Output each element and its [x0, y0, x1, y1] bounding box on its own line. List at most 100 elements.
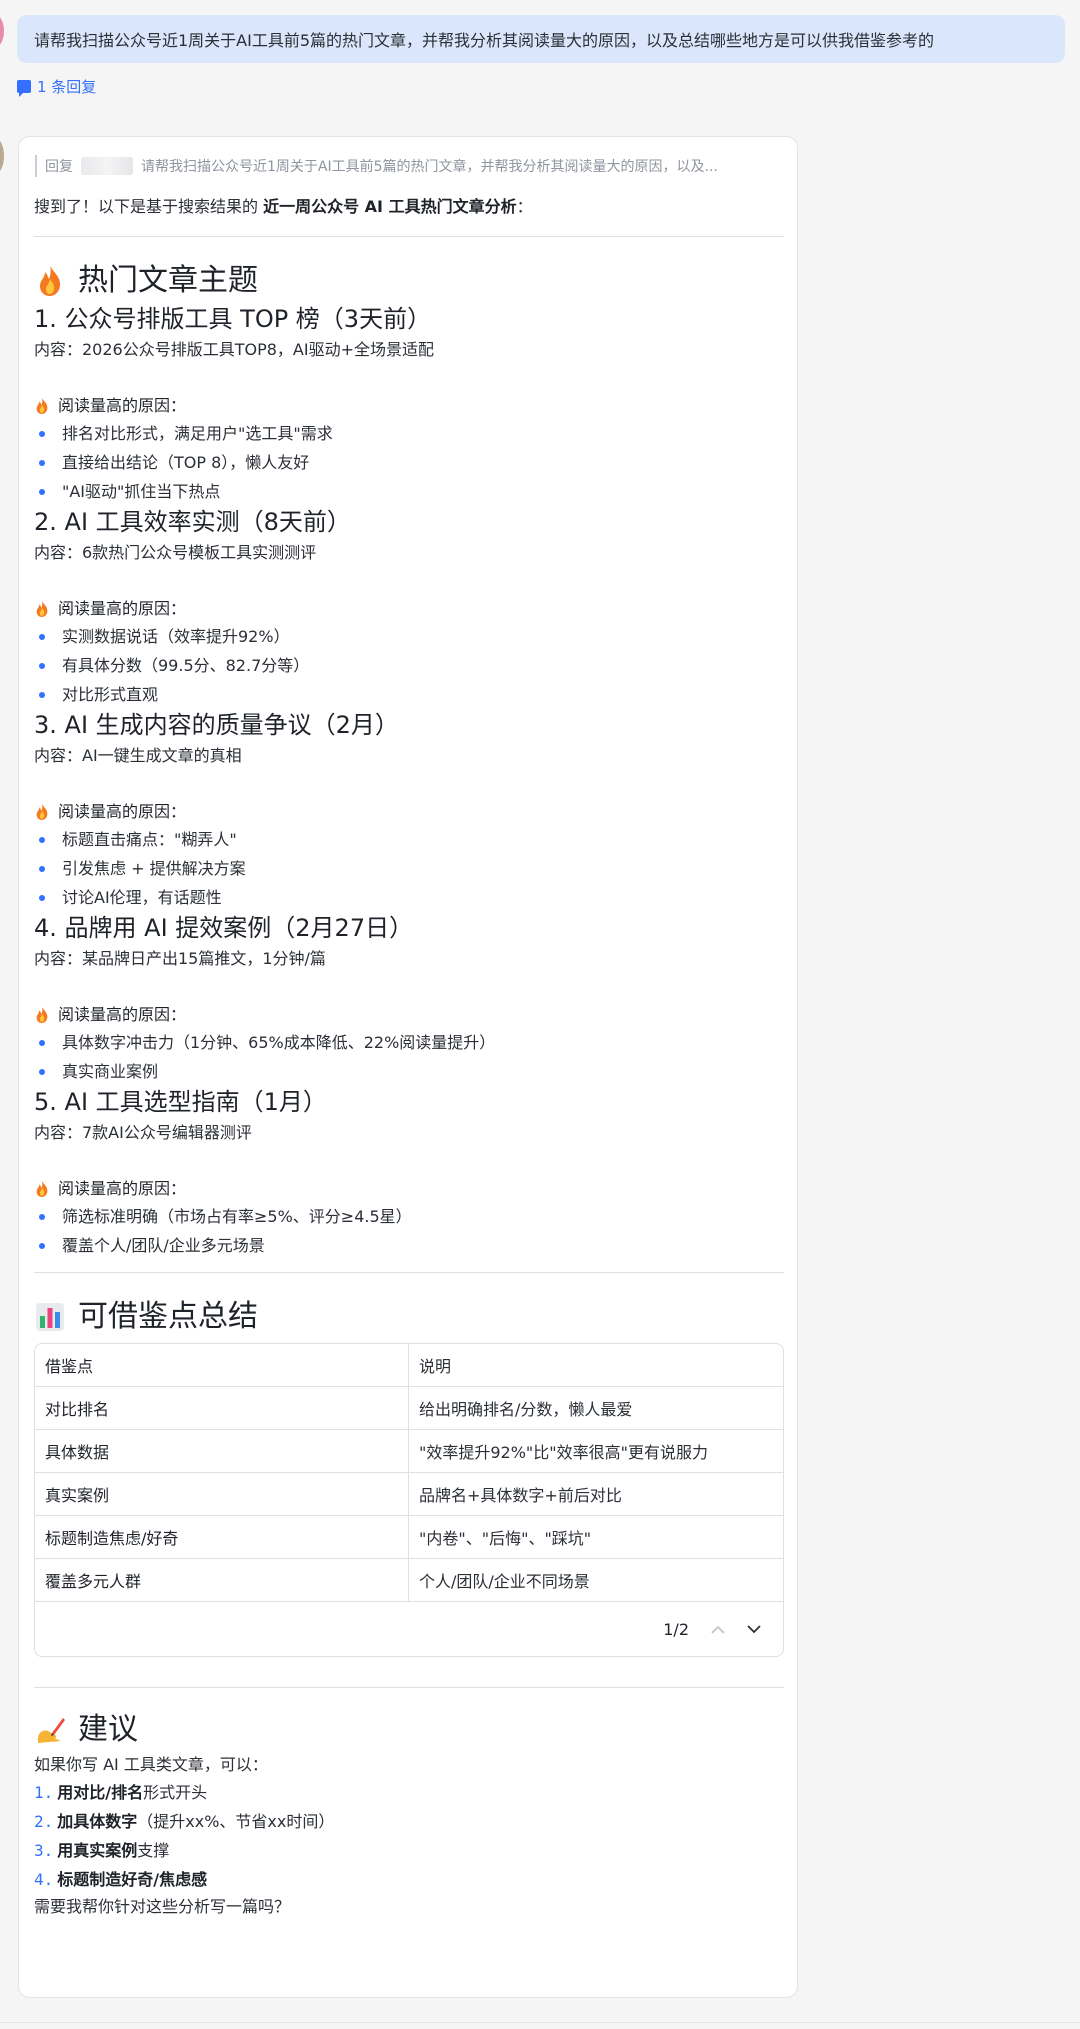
advice-number: 2.	[34, 1812, 54, 1831]
thread-replies-link[interactable]: 1 条回复	[17, 75, 96, 97]
table-pager: 1/2	[35, 1602, 783, 1656]
table-cell: 对比排名	[35, 1387, 409, 1429]
intro-text: 搜到了！以下是基于搜索结果的 近一周公众号 AI 工具热门文章分析：	[34, 195, 784, 219]
intro-tail: ：	[516, 197, 533, 216]
quote-prefix: 回复	[45, 159, 73, 175]
blurred-username	[81, 157, 133, 175]
table-row: 标题制造焦虑/好奇 "内卷"、"后悔"、"踩坑"	[35, 1516, 783, 1559]
section-advice-title: 建议	[78, 1712, 138, 1747]
reason-item: 讨论AI伦理，有话题性	[34, 883, 784, 912]
table-cell: "内卷"、"后悔"、"踩坑"	[419, 1529, 592, 1548]
reason-label: 阅读量高的原因：	[58, 802, 187, 821]
advice-item: 4. 标题制造好奇/焦虑感	[34, 1865, 784, 1894]
table-cell: 真实案例	[35, 1473, 409, 1515]
fire-icon	[34, 1180, 50, 1198]
fire-icon	[34, 803, 50, 821]
advice-bold: 标题制造好奇/焦虑感	[57, 1870, 208, 1889]
article-item: 2. AI 工具效率实测（8天前） 内容：6款热门公众号模板工具实测测评阅读量高的…	[34, 506, 784, 709]
article-item: 4. 品牌用 AI 提效案例（2月27日） 内容：某品牌日产出15篇推文，1分钟/…	[34, 912, 784, 1086]
reason-item: 引发焦虑 + 提供解决方案	[34, 854, 784, 883]
advice-number: 3.	[34, 1841, 54, 1860]
article-title: 4. 品牌用 AI 提效案例（2月27日）	[34, 914, 414, 942]
closing-question: 需要我帮你针对这些分析写一篇吗？	[34, 1897, 291, 1916]
quoted-message[interactable]: 回复 请帮我扫描公众号近1周关于AI工具前5篇的热门文章，并帮我分析其阅读量大的…	[35, 155, 795, 177]
chevron-down-icon[interactable]	[747, 1622, 761, 1636]
table-cell: 个人/团队/企业不同场景	[419, 1572, 590, 1591]
reason-list: 具体数字冲击力（1分钟、65%成本降低、22%阅读量提升） 真实商业案例	[34, 1028, 784, 1086]
bot-avatar[interactable]	[0, 138, 4, 174]
reason-item: 有具体分数（99.5分、82.7分等）	[34, 651, 784, 680]
user-avatar[interactable]	[0, 14, 4, 48]
reason-item: 覆盖个人/团队/企业多元场景	[34, 1231, 784, 1260]
article-title: 5. AI 工具选型指南（1月）	[34, 1088, 327, 1116]
bar-chart-icon	[34, 1301, 66, 1333]
articles-list: 1. 公众号排版工具 TOP 榜（3天前） 内容：2026公众号排版工具TOP8，…	[34, 303, 784, 1260]
article-item: 1. 公众号排版工具 TOP 榜（3天前） 内容：2026公众号排版工具TOP8，…	[34, 303, 784, 506]
chevron-up-icon[interactable]	[711, 1622, 725, 1636]
reason-label: 阅读量高的原因：	[58, 396, 187, 415]
reason-label: 阅读量高的原因：	[58, 599, 187, 618]
table-cell: 品牌名+具体数字+前后对比	[419, 1486, 622, 1505]
table-header-cell: 借鉴点	[35, 1344, 409, 1386]
section-title-advice: 建议	[34, 1710, 784, 1750]
reason-heading: 阅读量高的原因：	[34, 1176, 784, 1202]
advice-number: 1.	[34, 1783, 54, 1802]
writing-hand-icon	[34, 1714, 66, 1746]
user-message-text: 请帮我扫描公众号近1周关于AI工具前5篇的热门文章，并帮我分析其阅读量大的原因，…	[34, 31, 935, 50]
reply-content: 搜到了！以下是基于搜索结果的 近一周公众号 AI 工具热门文章分析： 热门文章主…	[34, 193, 784, 1920]
fire-icon	[34, 265, 66, 297]
fire-icon	[34, 1006, 50, 1024]
article-title: 1. 公众号排版工具 TOP 榜（3天前）	[34, 305, 432, 333]
article-content: 内容：AI一键生成文章的真相	[34, 746, 242, 765]
reason-item: 实测数据说话（效率提升92%）	[34, 622, 784, 651]
section-summary-title: 可借鉴点总结	[78, 1299, 258, 1334]
table-cell: 标题制造焦虑/好奇	[35, 1516, 409, 1558]
advice-list: 1. 用对比/排名形式开头 2. 加具体数字（提升xx%、节省xx时间） 3. 用真实案例…	[34, 1778, 784, 1894]
table-cell: 给出明确排名/分数，懒人最爱	[419, 1400, 633, 1419]
reason-item: 具体数字冲击力（1分钟、65%成本降低、22%阅读量提升）	[34, 1028, 784, 1057]
bot-reply-card: 回复 请帮我扫描公众号近1周关于AI工具前5篇的热门文章，并帮我分析其阅读量大的…	[18, 136, 798, 1998]
article-content: 内容：7款AI公众号编辑器测评	[34, 1123, 252, 1142]
article-content: 内容：6款热门公众号模板工具实测测评	[34, 543, 317, 562]
reason-list: 筛选标准明确（市场占有率≥5%、评分≥4.5星） 覆盖个人/团队/企业多元场景	[34, 1202, 784, 1260]
summary-table: 借鉴点 说明 对比排名 给出明确排名/分数，懒人最爱 具体数据 "效率提升92%"比"…	[34, 1343, 784, 1657]
advice-item: 1. 用对比/排名形式开头	[34, 1778, 784, 1807]
article-content: 内容：2026公众号排版工具TOP8，AI驱动+全场景适配	[34, 340, 434, 359]
table-cell: 具体数据	[35, 1430, 409, 1472]
divider	[34, 1687, 784, 1688]
reason-item: 筛选标准明确（市场占有率≥5%、评分≥4.5星）	[34, 1202, 784, 1231]
reason-item: "AI驱动"抓住当下热点	[34, 477, 784, 506]
table-row: 覆盖多元人群 个人/团队/企业不同场景	[35, 1559, 783, 1602]
fire-icon	[34, 397, 50, 415]
table-row: 真实案例 品牌名+具体数字+前后对比	[35, 1473, 783, 1516]
fire-icon	[34, 600, 50, 618]
advice-lead: 如果你写 AI 工具类文章，可以：	[34, 1755, 268, 1774]
reason-heading: 阅读量高的原因：	[34, 1002, 784, 1028]
article-content: 内容：某品牌日产出15篇推文，1分钟/篇	[34, 949, 326, 968]
advice-item: 3. 用真实案例支撑	[34, 1836, 784, 1865]
advice-bold: 加具体数字	[57, 1812, 138, 1831]
table-header-cell: 说明	[419, 1357, 452, 1376]
article-title: 3. AI 生成内容的质量争议（2月）	[34, 711, 399, 739]
article-title: 2. AI 工具效率实测（8天前）	[34, 508, 351, 536]
reason-item: 对比形式直观	[34, 680, 784, 709]
intro-bold: 近一周公众号 AI 工具热门文章分析	[263, 197, 517, 216]
page-indicator: 1/2	[663, 1619, 689, 1639]
section-hot-title: 热门文章主题	[78, 263, 258, 298]
divider	[34, 1272, 784, 1273]
table-row: 对比排名 给出明确排名/分数，懒人最爱	[35, 1387, 783, 1430]
divider	[34, 236, 784, 237]
advice-bold: 用真实案例	[57, 1841, 138, 1860]
table-cell: "效率提升92%"比"效率很高"更有说服力	[419, 1443, 709, 1462]
reason-item: 真实商业案例	[34, 1057, 784, 1086]
reason-list: 实测数据说话（效率提升92%） 有具体分数（99.5分、82.7分等） 对比形式直观	[34, 622, 784, 709]
comment-icon	[17, 79, 31, 97]
advice-rest: 形式开头	[143, 1783, 208, 1802]
advice-bold: 用对比/排名	[57, 1783, 144, 1802]
reason-item: 标题直击痛点："糊弄人"	[34, 825, 784, 854]
advice-rest: （提升xx%、节省xx时间）	[137, 1812, 335, 1831]
advice-rest: 支撑	[137, 1841, 170, 1860]
table-cell: 覆盖多元人群	[35, 1559, 409, 1601]
reason-label: 阅读量高的原因：	[58, 1179, 187, 1198]
advice-number: 4.	[34, 1870, 54, 1889]
